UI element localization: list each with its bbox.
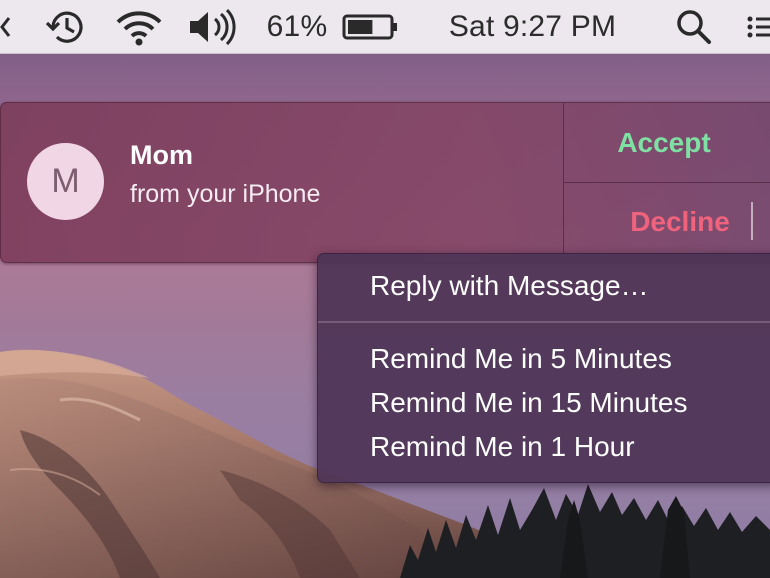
menu-item-reply-with-message[interactable]: Reply with Message… <box>318 264 770 308</box>
battery-icon[interactable] <box>340 0 402 54</box>
avatar: M <box>27 143 104 220</box>
avatar-initial: M <box>51 162 80 200</box>
menu-bar: 61% Sat 9:27 PM <box>0 0 770 54</box>
battery-percent[interactable]: 61% <box>262 0 332 54</box>
menu-item-remind-1-hour[interactable]: Remind Me in 1 Hour <box>318 425 770 469</box>
menu-item-remind-15-minutes[interactable]: Remind Me in 15 Minutes <box>318 381 770 425</box>
volume-icon[interactable] <box>186 0 242 54</box>
menu-separator <box>318 321 770 323</box>
decline-button[interactable]: Decline <box>564 183 750 261</box>
menu-item-remind-5-minutes[interactable]: Remind Me in 5 Minutes <box>318 337 770 381</box>
accept-button[interactable]: Accept <box>564 104 770 182</box>
caller-name: Mom <box>130 140 193 170</box>
wifi-icon[interactable] <box>112 0 166 54</box>
time-machine-icon[interactable] <box>40 0 90 54</box>
caller-subtitle: from your iPhone <box>130 180 321 208</box>
menu-bar-clock[interactable]: Sat 9:27 PM <box>430 0 635 54</box>
spotlight-search-icon[interactable] <box>672 0 716 54</box>
decline-options-separator <box>751 202 753 240</box>
decline-options-dropdown[interactable] <box>754 183 770 261</box>
notification-center-icon[interactable] <box>744 0 770 54</box>
battery-level-fill <box>348 20 373 34</box>
back-icon[interactable] <box>0 0 14 54</box>
